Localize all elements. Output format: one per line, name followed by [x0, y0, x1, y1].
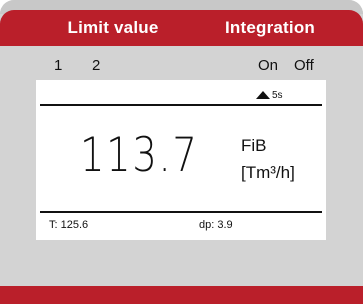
- bottom-accent-bar: [0, 286, 363, 304]
- temperature-readout: T: 125.6: [49, 219, 89, 231]
- on-softkey[interactable]: On: [258, 57, 278, 74]
- measurement-unit: [Tm³/h]: [241, 163, 295, 182]
- measurement-name: FiB: [241, 136, 267, 155]
- softkey-row: 1 2 On Off: [0, 46, 363, 80]
- softkey-1[interactable]: 1: [54, 57, 62, 74]
- off-softkey[interactable]: Off: [294, 57, 314, 74]
- differential-pressure-readout: dp: 3.9: [199, 219, 233, 231]
- limit-value-button[interactable]: Limit value: [48, 10, 178, 46]
- integration-button[interactable]: Integration: [205, 10, 335, 46]
- main-reading: 113.7: [80, 128, 199, 183]
- device-panel: Limit value Integration 1 2 On Off 5s 11…: [0, 0, 363, 304]
- interval-label: 5s: [272, 90, 283, 101]
- bottom-divider: [40, 211, 322, 213]
- lower-panel: [0, 240, 363, 286]
- softkey-2[interactable]: 2: [92, 57, 100, 74]
- lcd-screen: 5s 113.7 FiB [Tm³/h] T: 125.6 dp: 3.9: [36, 80, 326, 240]
- up-triangle-icon: [256, 91, 270, 99]
- top-divider: [40, 104, 322, 106]
- function-header: Limit value Integration: [0, 10, 363, 46]
